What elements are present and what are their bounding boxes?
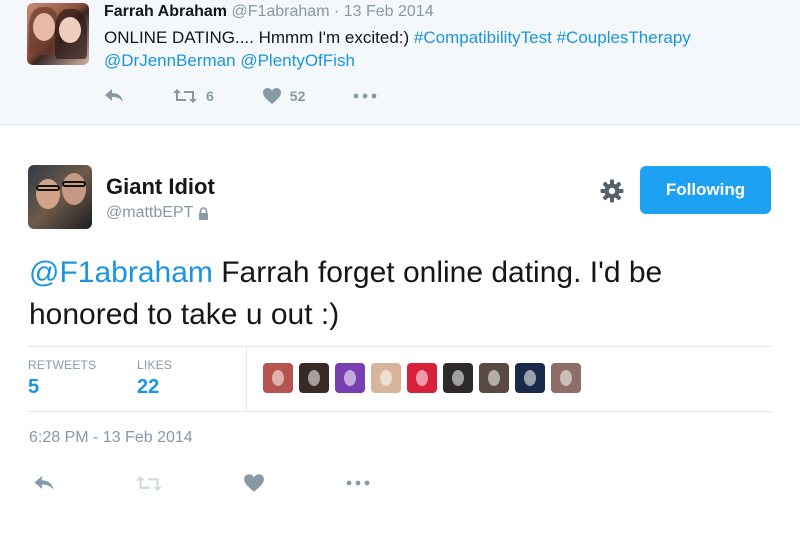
liker-avatar-face <box>560 370 572 386</box>
liker-avatar[interactable] <box>515 363 545 393</box>
liker-avatar[interactable] <box>299 363 329 393</box>
author-name[interactable]: Farrah Abraham <box>104 3 227 20</box>
avatar-face <box>59 17 81 43</box>
liker-avatar[interactable] <box>479 363 509 393</box>
mention-link[interactable]: @PlentyOfFish <box>240 51 355 70</box>
more-icon <box>353 93 377 99</box>
avatar[interactable] <box>27 3 89 65</box>
liker-avatar[interactable] <box>443 363 473 393</box>
liker-avatar[interactable] <box>263 363 293 393</box>
avatar-face <box>33 13 55 41</box>
tweet-actions: 6 52 <box>104 87 425 105</box>
tweet-timestamp[interactable]: 6:28 PM - 13 Feb 2014 <box>29 429 193 447</box>
retweets-stat[interactable]: RETWEETS 5 <box>28 358 96 399</box>
tweet-header: Farrah Abraham @F1abraham · 13 Feb 2014 <box>104 3 434 21</box>
gear-icon[interactable] <box>599 178 625 204</box>
likes-label: LIKES <box>137 358 173 372</box>
author-handle-text: @mattbEPT <box>106 204 194 221</box>
tweet-text: @F1abraham Farrah forget online dating. … <box>29 252 779 336</box>
mention-link[interactable]: @F1abraham <box>29 256 213 289</box>
retweets-label: RETWEETS <box>28 358 97 372</box>
likes-stat[interactable]: LIKES 22 <box>137 358 172 399</box>
like-button[interactable]: 52 <box>262 87 306 105</box>
more-icon <box>346 480 370 486</box>
liker-avatar[interactable] <box>371 363 401 393</box>
liker-avatar-face <box>380 370 392 386</box>
liker-avatar-face <box>524 370 536 386</box>
parent-tweet[interactable]: Farrah Abraham @F1abraham · 13 Feb 2014 … <box>0 0 800 125</box>
author-name[interactable]: Giant Idiot <box>106 174 215 200</box>
likers-list <box>263 363 587 393</box>
reply-button[interactable] <box>33 475 55 492</box>
tweet-text: ONLINE DATING.... Hmmm I'm excited:) #Co… <box>104 26 784 72</box>
liker-avatar-face <box>488 370 500 386</box>
heart-icon <box>262 88 281 104</box>
tweet-text-plain: ONLINE DATING.... Hmmm I'm excited:) <box>104 28 414 47</box>
retweet-count: 6 <box>206 88 214 104</box>
avatar-face <box>62 173 86 205</box>
hashtag-link[interactable]: #CouplesTherapy <box>557 28 691 47</box>
like-count: 52 <box>289 88 306 104</box>
likes-value: 22 <box>137 376 160 398</box>
more-button[interactable] <box>353 93 377 99</box>
stats-divider <box>246 347 247 411</box>
lock-icon <box>199 206 209 220</box>
author-handle[interactable]: @F1abraham <box>231 3 329 20</box>
liker-avatar-face <box>416 370 428 386</box>
avatar-face <box>36 179 60 209</box>
like-button[interactable] <box>243 473 265 493</box>
separator: · <box>333 3 340 20</box>
avatar[interactable] <box>28 165 92 229</box>
avatar-glasses <box>36 185 60 191</box>
liker-avatar[interactable] <box>407 363 437 393</box>
hashtag-link[interactable]: #CompatibilityTest <box>414 28 552 47</box>
liker-avatar-face <box>344 370 356 386</box>
reply-icon <box>34 475 54 490</box>
retweet-button[interactable]: 6 <box>172 88 214 104</box>
avatar-glasses <box>62 181 86 187</box>
more-button[interactable] <box>345 480 371 486</box>
tweet-stats: RETWEETS 5 LIKES 22 <box>28 346 771 412</box>
retweet-icon <box>136 475 162 491</box>
tweet-date[interactable]: 13 Feb 2014 <box>344 3 434 20</box>
following-button[interactable]: Following <box>640 166 771 214</box>
liker-avatar-face <box>272 370 284 386</box>
retweet-button[interactable] <box>135 475 163 492</box>
liker-avatar[interactable] <box>335 363 365 393</box>
liker-avatar-face <box>308 370 320 386</box>
retweet-icon <box>173 89 197 103</box>
mention-link[interactable]: @DrJennBerman <box>104 51 236 70</box>
retweets-value: 5 <box>28 376 40 398</box>
heart-icon <box>244 474 264 492</box>
tweet-actions <box>33 473 451 493</box>
reply-icon <box>105 89 123 102</box>
reply-button[interactable] <box>104 88 124 104</box>
liker-avatar[interactable] <box>551 363 581 393</box>
author-handle[interactable]: @mattbEPT <box>106 204 209 222</box>
liker-avatar-face <box>452 370 464 386</box>
